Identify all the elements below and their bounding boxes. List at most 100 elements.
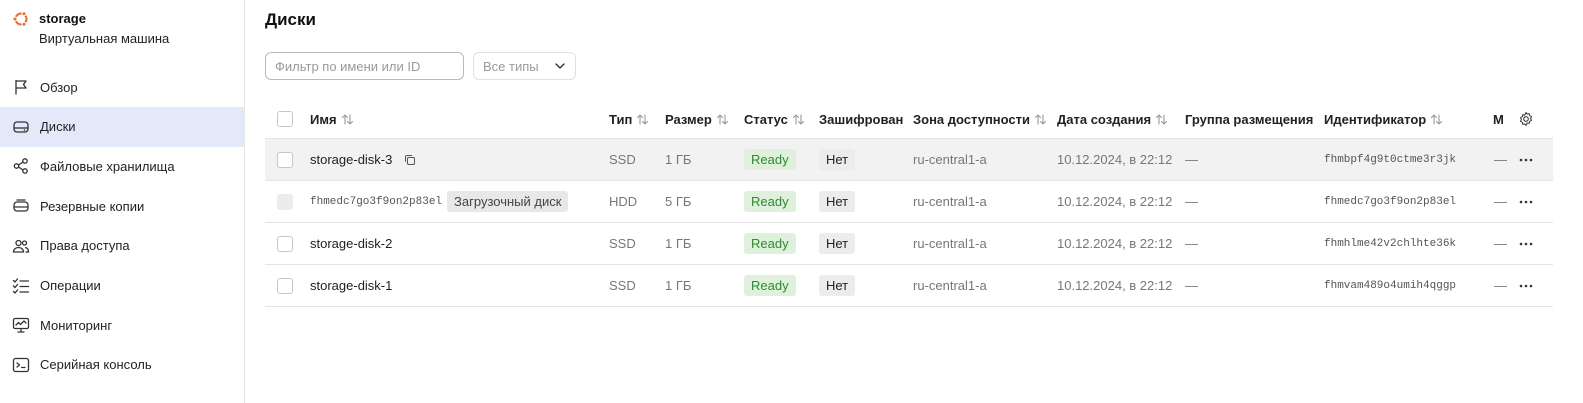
status-badge: Ready bbox=[744, 275, 796, 296]
sidebar-item-2[interactable]: Файловые хранилища bbox=[0, 146, 244, 186]
boot-disk-badge: Загрузочный диск bbox=[447, 191, 569, 212]
disk-m: — bbox=[1494, 236, 1507, 251]
gear-icon[interactable] bbox=[1518, 111, 1534, 127]
disk-size: 5 ГБ bbox=[665, 194, 692, 209]
disk-name[interactable]: storage-disk-3 bbox=[310, 152, 392, 167]
vm-type: Виртуальная машина bbox=[39, 31, 170, 46]
sidebar-item-label: Мониторинг bbox=[40, 317, 113, 333]
select-all-checkbox[interactable] bbox=[277, 111, 293, 127]
sidebar-item-label: Обзор bbox=[40, 79, 78, 95]
column-type[interactable]: Тип bbox=[609, 100, 649, 138]
column-name-label: Имя bbox=[310, 111, 337, 127]
sidebar-item-7[interactable]: Серийная консоль bbox=[0, 345, 244, 385]
row-checkbox[interactable] bbox=[277, 277, 293, 294]
disk-zone: ru-central1-a bbox=[913, 278, 987, 293]
more-actions-icon[interactable] bbox=[1518, 236, 1534, 252]
ubuntu-logo-icon bbox=[12, 11, 28, 27]
column-placement: Группа размещения bbox=[1185, 100, 1313, 138]
sidebar-item-0[interactable]: Обзор bbox=[0, 67, 244, 107]
disk-id: fhmvam489o4umih4qggp bbox=[1324, 279, 1457, 292]
status-badge: Ready bbox=[744, 149, 796, 170]
list-check-icon bbox=[12, 277, 30, 295]
disk-placement: — bbox=[1185, 152, 1198, 167]
row-checkbox[interactable] bbox=[277, 151, 293, 168]
disk-type: HDD bbox=[609, 194, 638, 209]
sidebar-item-label: Операции bbox=[40, 278, 101, 293]
table-row[interactable]: fhmedc7go3f9on2p83el Загрузочный диск HDD 5… bbox=[265, 181, 1553, 223]
filter-input[interactable] bbox=[265, 52, 464, 80]
column-placement-label: Группа размещения bbox=[1185, 111, 1314, 127]
vm-name: storage bbox=[39, 11, 86, 26]
chevron-down-icon bbox=[555, 63, 565, 69]
disk-size: 1 ГБ bbox=[665, 278, 692, 293]
more-actions-icon[interactable] bbox=[1518, 152, 1534, 168]
type-select[interactable]: Все типы bbox=[473, 52, 576, 80]
disk-icon bbox=[12, 118, 30, 136]
disk-m: — bbox=[1494, 194, 1507, 209]
disk-zone: ru-central1-a bbox=[913, 236, 987, 251]
persons-icon bbox=[12, 237, 30, 255]
table-row[interactable]: storage-disk-1 SSD 1 ГБ Ready Нет ru-central1… bbox=[265, 265, 1553, 307]
column-id[interactable]: Идентификатор bbox=[1324, 100, 1443, 138]
encrypted-badge: Нет bbox=[819, 149, 856, 170]
main-content: Диски Все типы Имя Тип Размер Статус Заш… bbox=[246, 0, 1583, 403]
disk-zone: ru-central1-a bbox=[913, 194, 987, 209]
disk-type: SSD bbox=[609, 278, 636, 293]
disks-table: Имя Тип Размер Статус Зашифрован Зона до… bbox=[265, 100, 1553, 307]
sidebar-item-label: Диски bbox=[40, 119, 76, 135]
sidebar-item-label: Права доступа bbox=[40, 238, 130, 254]
sort-icon bbox=[1156, 113, 1168, 125]
backup-disk-icon bbox=[12, 197, 30, 215]
vm-header: storage Виртуальная машина bbox=[12, 8, 237, 52]
more-actions-icon[interactable] bbox=[1518, 278, 1534, 294]
disk-placement: — bbox=[1185, 278, 1198, 293]
disk-type: SSD bbox=[609, 152, 636, 167]
sort-icon bbox=[1431, 113, 1443, 125]
table-header: Имя Тип Размер Статус Зашифрован Зона до… bbox=[265, 100, 1553, 139]
disk-m: — bbox=[1494, 152, 1507, 167]
table-body: storage-disk-3 SSD 1 ГБ Ready Нет ru-central1… bbox=[265, 139, 1553, 307]
flag-icon bbox=[12, 78, 30, 96]
column-created-label: Дата создания bbox=[1057, 111, 1152, 127]
sort-icon bbox=[341, 113, 353, 125]
sort-icon bbox=[716, 113, 728, 125]
column-status[interactable]: Статус bbox=[744, 100, 805, 138]
sidebar-item-3[interactable]: Резервные копии bbox=[0, 186, 244, 226]
page-title: Диски bbox=[265, 10, 316, 29]
sidebar-item-6[interactable]: Мониторинг bbox=[0, 305, 244, 345]
sidebar: storage Виртуальная машина Обзор Диски Фай… bbox=[0, 0, 245, 403]
disk-created: 10.12.2024, в 22:12 bbox=[1057, 278, 1173, 293]
sort-icon bbox=[637, 113, 649, 125]
more-actions-icon[interactable] bbox=[1518, 194, 1534, 210]
column-m-label: М bbox=[1493, 111, 1504, 127]
row-checkbox bbox=[277, 193, 293, 210]
table-row[interactable]: storage-disk-2 SSD 1 ГБ Ready Нет ru-central1… bbox=[265, 223, 1553, 265]
table-row[interactable]: storage-disk-3 SSD 1 ГБ Ready Нет ru-central1… bbox=[265, 139, 1553, 181]
disk-id: fhmbpf4g9t0ctme3r3jk bbox=[1324, 153, 1457, 166]
column-zone[interactable]: Зона доступности bbox=[913, 100, 1047, 138]
sidebar-item-5[interactable]: Операции bbox=[0, 266, 244, 306]
column-size[interactable]: Размер bbox=[665, 100, 729, 138]
disk-placement: — bbox=[1185, 194, 1198, 209]
encrypted-badge: Нет bbox=[819, 275, 856, 296]
disk-created: 10.12.2024, в 22:12 bbox=[1057, 152, 1173, 167]
disk-created: 10.12.2024, в 22:12 bbox=[1057, 236, 1173, 251]
disk-size: 1 ГБ bbox=[665, 152, 692, 167]
copy-icon[interactable] bbox=[404, 154, 416, 166]
disk-name[interactable]: fhmedc7go3f9on2p83el bbox=[310, 196, 442, 208]
column-created[interactable]: Дата создания bbox=[1057, 100, 1168, 138]
column-encrypted-label: Зашифрован bbox=[819, 111, 904, 127]
row-checkbox[interactable] bbox=[277, 235, 293, 252]
sort-icon bbox=[792, 113, 804, 125]
column-m: М bbox=[1493, 100, 1504, 138]
sidebar-item-1[interactable]: Диски bbox=[0, 106, 244, 147]
disk-zone: ru-central1-a bbox=[913, 152, 987, 167]
encrypted-badge: Нет bbox=[819, 233, 856, 254]
disk-id: fhmedc7go3f9on2p83el bbox=[1324, 195, 1457, 208]
share-nodes-icon bbox=[12, 157, 30, 175]
encrypted-badge: Нет bbox=[819, 191, 856, 212]
column-name[interactable]: Имя bbox=[310, 100, 354, 138]
sidebar-item-4[interactable]: Права доступа bbox=[0, 226, 244, 266]
disk-name[interactable]: storage-disk-2 bbox=[310, 236, 392, 251]
disk-name[interactable]: storage-disk-1 bbox=[310, 278, 392, 293]
